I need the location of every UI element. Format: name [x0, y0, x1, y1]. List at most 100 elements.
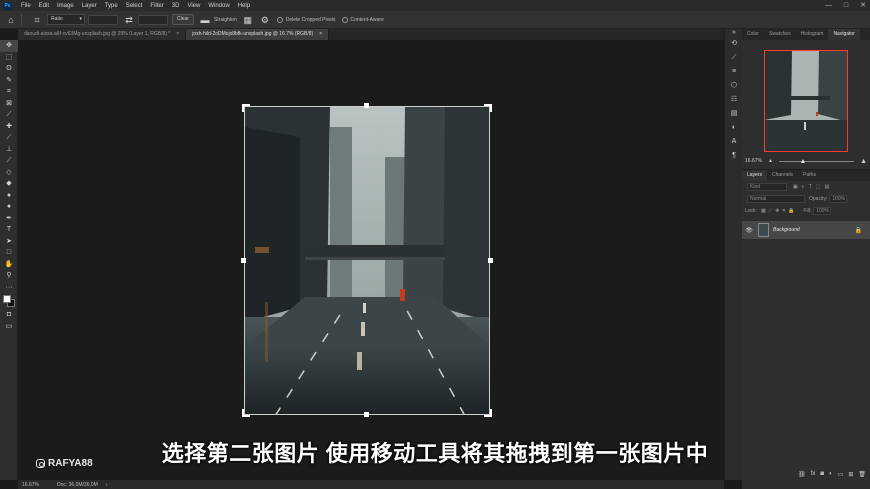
- home-icon[interactable]: ⌂: [5, 14, 17, 26]
- new-group-icon[interactable]: ▭: [838, 471, 844, 478]
- screen-mode-icon[interactable]: ▭: [0, 321, 18, 333]
- add-mask-icon[interactable]: ◙: [820, 471, 824, 477]
- path-select-icon[interactable]: ➤: [0, 236, 18, 248]
- minimize-icon[interactable]: —: [825, 0, 832, 11]
- straighten-icon[interactable]: ▬: [199, 14, 211, 26]
- tab-document-2[interactable]: josh-hild-2oDMojx8bfk-unsplash.jpg @ 16.…: [186, 29, 330, 40]
- menu-file[interactable]: File: [17, 3, 35, 9]
- character-icon[interactable]: A: [725, 135, 743, 149]
- opacity-field[interactable]: 100%: [829, 195, 848, 203]
- libraries-icon[interactable]: ▤: [725, 107, 743, 121]
- adjustment-layer-icon[interactable]: ◐: [829, 471, 833, 477]
- tab-paths[interactable]: Paths: [798, 170, 821, 181]
- content-aware-checkbox[interactable]: [341, 16, 348, 23]
- adjustments-icon[interactable]: ≡: [725, 65, 743, 79]
- healing-brush-icon[interactable]: ✚: [0, 121, 18, 133]
- eye-icon[interactable]: 👁: [744, 227, 754, 234]
- more-tools-icon[interactable]: ···: [0, 282, 18, 294]
- transform-corner-top-left[interactable]: [242, 104, 250, 112]
- tab-layers[interactable]: Layers: [742, 170, 768, 181]
- transform-corner-bottom-left[interactable]: [242, 409, 250, 417]
- history-icon[interactable]: ⟲: [725, 37, 743, 51]
- move-tool-icon[interactable]: ✥: [0, 40, 18, 52]
- tab-document-1[interactable]: daoudi-aissa-a6f-cv63Mg-unsplash.jpg @ 2…: [18, 29, 187, 40]
- 3d-icon[interactable]: ⬡: [725, 79, 743, 93]
- menu-window[interactable]: Window: [204, 3, 233, 9]
- hand-icon[interactable]: ✋: [0, 259, 18, 271]
- navigator-zoom-value[interactable]: 16.67%: [745, 158, 762, 164]
- fill-field[interactable]: 100%: [813, 207, 832, 215]
- tab-swatches[interactable]: Swatches: [764, 29, 796, 40]
- new-layer-icon[interactable]: ⊞: [848, 471, 853, 478]
- quick-mask-icon[interactable]: ◘: [0, 309, 18, 321]
- maximize-icon[interactable]: □: [844, 0, 848, 11]
- layer-name[interactable]: Background: [773, 227, 855, 233]
- link-layers-icon[interactable]: ⛓: [798, 471, 806, 478]
- transform-handle-right[interactable]: [488, 258, 493, 263]
- brush-icon[interactable]: ⟋: [0, 132, 18, 144]
- crop-tool-preset-icon[interactable]: ⌗: [31, 14, 43, 26]
- gradient-icon[interactable]: ◆: [0, 178, 18, 190]
- kind-filter-select[interactable]: Kind: [747, 183, 787, 191]
- lasso-icon[interactable]: ʘ: [0, 63, 18, 75]
- color-wheel-icon[interactable]: ◐: [725, 121, 743, 135]
- transform-handle-top[interactable]: [364, 103, 369, 108]
- menu-type[interactable]: Type: [101, 3, 122, 9]
- tab-channels[interactable]: Channels: [767, 170, 798, 181]
- zoom-slider-knob[interactable]: [801, 158, 806, 163]
- transform-corner-bottom-right[interactable]: [484, 409, 492, 417]
- close-tab-icon[interactable]: ×: [319, 29, 322, 40]
- paragraph-icon[interactable]: ¶: [725, 149, 743, 163]
- menu-layer[interactable]: Layer: [78, 3, 101, 9]
- layer-style-icon[interactable]: fx: [811, 471, 816, 477]
- grid-overlay-icon[interactable]: ▦: [242, 14, 254, 26]
- foreground-color[interactable]: [3, 295, 11, 303]
- eraser-icon[interactable]: ◇: [0, 167, 18, 179]
- tab-color[interactable]: Color: [742, 29, 764, 40]
- width-field[interactable]: [88, 14, 118, 25]
- tab-navigator[interactable]: Navigator: [828, 29, 860, 40]
- menu-image[interactable]: Image: [53, 3, 78, 9]
- straighten-label[interactable]: Straighten: [214, 17, 237, 23]
- crop-icon[interactable]: ⌗: [0, 86, 18, 98]
- history-brush-icon[interactable]: ⟋: [0, 155, 18, 167]
- layer-row-background[interactable]: 👁 Background 🔒: [742, 221, 870, 239]
- height-field[interactable]: [138, 14, 168, 25]
- lock-icon[interactable]: 🔒: [855, 227, 862, 234]
- clone-stamp-icon[interactable]: ⊥: [0, 144, 18, 156]
- zoom-readout[interactable]: 16.67%: [22, 482, 39, 488]
- menu-filter[interactable]: Filter: [146, 3, 167, 9]
- transform-handle-bottom[interactable]: [364, 412, 369, 417]
- zoom-in-icon[interactable]: ▲: [860, 158, 867, 165]
- tab-histogram[interactable]: Histogram: [796, 29, 829, 40]
- frame-icon[interactable]: ⊠: [0, 98, 18, 110]
- chevron-right-icon[interactable]: ›: [106, 482, 108, 488]
- collapse-icon[interactable]: »: [725, 29, 743, 37]
- brush-settings-icon[interactable]: ⟋: [725, 51, 743, 65]
- menu-view[interactable]: View: [183, 3, 204, 9]
- transform-corner-top-right[interactable]: [484, 104, 492, 112]
- navigator-view-box[interactable]: [764, 50, 848, 152]
- zoom-out-icon[interactable]: ▲: [768, 158, 773, 164]
- rectangle-icon[interactable]: □: [0, 247, 18, 259]
- blend-mode-select[interactable]: Normal: [747, 195, 805, 203]
- canvas-area[interactable]: [18, 40, 724, 480]
- properties-icon[interactable]: ☷: [725, 93, 743, 107]
- color-swatches[interactable]: [0, 293, 18, 309]
- gear-icon[interactable]: ⚙: [259, 14, 271, 26]
- document-image[interactable]: [244, 106, 490, 415]
- lock-options-icons[interactable]: ▦⟋✥⌗🔒: [761, 208, 797, 214]
- swap-icon[interactable]: ⇄: [123, 14, 135, 26]
- close-icon[interactable]: ✕: [860, 0, 866, 11]
- menu-select[interactable]: Select: [122, 3, 147, 9]
- clear-button[interactable]: Clear: [172, 14, 194, 25]
- pen-icon[interactable]: ✒: [0, 213, 18, 225]
- close-tab-icon[interactable]: ×: [176, 29, 179, 40]
- zoom-slider[interactable]: [778, 158, 855, 163]
- delete-layer-icon[interactable]: 🗑: [858, 471, 866, 478]
- menu-edit[interactable]: Edit: [35, 3, 53, 9]
- menu-3d[interactable]: 3D: [168, 3, 184, 9]
- ratio-select[interactable]: Ratio ▾: [47, 14, 85, 25]
- marquee-icon[interactable]: ⬚: [0, 52, 18, 64]
- eyedropper-icon[interactable]: ⟋: [0, 109, 18, 121]
